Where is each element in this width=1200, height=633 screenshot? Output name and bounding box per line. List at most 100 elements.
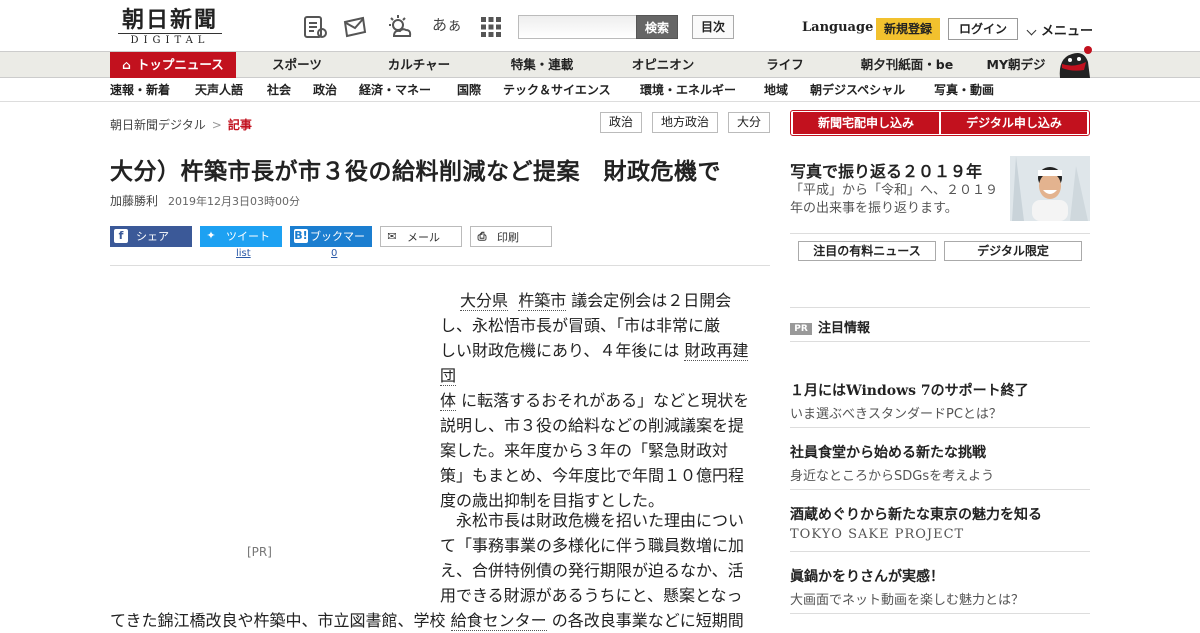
ad-pr-label: [PR] [247, 545, 272, 559]
photo-feature-title[interactable]: 写真で振り返る２０１９年 [790, 158, 982, 182]
article-byline: 加藤勝利 2019年12月3日03時00分 [110, 192, 300, 209]
link-kyushoku[interactable]: 給食センター [450, 611, 547, 631]
chevron-down-icon [1026, 25, 1037, 35]
hatena-count[interactable]: 0 [331, 248, 337, 259]
subnav-tensei[interactable]: 天声人語 [195, 78, 243, 102]
language-link[interactable]: Language [802, 20, 873, 35]
subnav-photo[interactable]: 写真・動画 [934, 78, 994, 102]
photo-feature-thumbnail[interactable] [1010, 156, 1090, 221]
subnav-special[interactable]: 朝デジスペシャル [810, 78, 905, 102]
print-button[interactable]: ⎙ 印刷 [470, 226, 552, 247]
tab-digital-only[interactable]: デジタル限定 [944, 241, 1082, 261]
sidebar-divider [790, 233, 1090, 234]
mail-share-button[interactable]: ✉ メール [380, 226, 462, 247]
mascot-icon[interactable] [1054, 44, 1094, 78]
golfer-photo [1010, 156, 1090, 221]
nav-life[interactable]: ライフ [750, 52, 820, 78]
p2-line5-a: てきた錦江橋改良や杵築中、市立図書館、学校 [110, 611, 446, 630]
link-kitsuki[interactable]: 杵築市 [518, 291, 567, 311]
subnav-region[interactable]: 地域 [764, 78, 788, 102]
breadcrumb-current: 記事 [227, 118, 252, 132]
newspaper-icon[interactable] [302, 14, 328, 40]
ad-item-1-title[interactable]: １月にはWindows 7のサポート終了 [790, 380, 1029, 400]
nav-opinion[interactable]: オピニオン [620, 52, 706, 78]
nav-sports[interactable]: スポーツ [258, 52, 336, 78]
sidebar-divider [790, 341, 1090, 342]
site-header: 朝日新聞 DIGITAL あぁ 検索 目次 Language 新規登録 ログイン… [0, 0, 1200, 52]
tag-local-politics[interactable]: 地方政治 [652, 112, 718, 133]
twitter-count[interactable]: list [236, 248, 251, 259]
mail-news-icon[interactable] [343, 14, 369, 40]
p1-line1: 議会定例会は２日開会 [571, 291, 732, 310]
paper-subscribe-button[interactable]: 新聞宅配申し込み [793, 112, 939, 134]
weather-icon[interactable] [386, 14, 412, 40]
p1-line6: 案した。来年度から３年の「緊急財政対 [440, 441, 729, 460]
article-author: 加藤勝利 [110, 194, 159, 208]
print-label: 印刷 [497, 231, 519, 244]
p2-line5-c: の各改良事業などに短期間 [551, 611, 744, 630]
site-logo[interactable]: 朝日新聞 DIGITAL [110, 8, 230, 48]
twitter-share-label: ツイート [226, 230, 270, 243]
logo-title: 朝日新聞 [121, 7, 218, 33]
print-icon: ⎙ [477, 230, 487, 243]
article-paragraph-2: 永松市長は財政危機を招いた理由につい て「事務事業の多様化に伴う職員数増に加 え… [440, 508, 752, 608]
hatena-bookmark-button[interactable]: B! ブックマーク [290, 226, 372, 264]
ad-item-4-title[interactable]: 眞鍋かをりさんが実感！ [790, 566, 944, 586]
link-oita[interactable]: 大分県 [460, 291, 509, 311]
home-icon: ⌂ [122, 58, 131, 72]
subnav-international[interactable]: 国際 [457, 78, 481, 102]
p2-line2: て「事務事業の多様化に伴う職員数増に加 [440, 536, 745, 555]
menu-button[interactable]: メニュー [1026, 20, 1093, 39]
tab-paid-news[interactable]: 注目の有料ニュース [798, 241, 936, 261]
p1-line5: 説明し、市３役の給料などの削減議案を提 [440, 416, 745, 435]
subnav-society[interactable]: 社会 [267, 78, 291, 102]
link-zaisei-saiken-cont[interactable]: 体 [440, 391, 457, 411]
register-button[interactable]: 新規登録 [876, 18, 940, 40]
twitter-icon: ✦ [206, 229, 216, 242]
ad-item-2-sub[interactable]: 身近なところからSDGsを考えよう [790, 465, 994, 484]
subnav-economy[interactable]: 経済・マネー [359, 78, 431, 102]
sidebar-divider [790, 613, 1090, 614]
facebook-share-label: シェア [136, 230, 169, 243]
breadcrumb-home[interactable]: 朝日新聞デジタル [110, 118, 206, 132]
article-paragraph-1: 大分県 杵築市 議会定例会は２日開会 し、永松悟市長が冒頭、「市は非常に厳 しい… [440, 288, 752, 513]
article-date: 2019年12月3日03時00分 [168, 195, 300, 208]
ad-item-4-sub[interactable]: 大画面でネット動画を楽しむ魅力とは？ [790, 589, 1024, 608]
search-button[interactable]: 検索 [636, 15, 678, 39]
digital-subscribe-button[interactable]: デジタル申し込み [941, 112, 1087, 134]
pr-heading-label: 注目情報 [818, 321, 871, 336]
subnav-environment[interactable]: 環境・エネルギー [640, 78, 736, 102]
logo-subtitle: DIGITAL [118, 33, 222, 47]
nav-paper[interactable]: 朝夕刊紙面・be [852, 52, 962, 78]
text-size-icon[interactable]: あぁ [432, 14, 462, 35]
grid-menu-icon[interactable] [478, 14, 504, 40]
pr-badge: PR [790, 322, 812, 335]
ad-item-3-sub[interactable]: TOKYO SAKE PROJECT [790, 527, 964, 542]
toc-button[interactable]: 目次 [692, 15, 734, 39]
photo-feature-text: 「平成」から「令和」へ、２０１９年の出来事を振り返ります。 [790, 183, 999, 216]
twitter-share-button[interactable]: ✦ ツイート [200, 226, 282, 247]
sidebar-divider [790, 307, 1090, 308]
subnav-breaking[interactable]: 速報・新着 [110, 78, 170, 102]
nav-culture[interactable]: カルチャー [375, 52, 463, 78]
tag-politics[interactable]: 政治 [600, 112, 642, 133]
nav-top-news-label: トップニュース [136, 57, 224, 72]
nav-top-news[interactable]: ⌂ トップニュース [110, 52, 236, 78]
p1-line7: 策」もまとめ、今年度比で年間１０億円程 [440, 466, 745, 485]
nav-features[interactable]: 特集・連載 [496, 52, 588, 78]
facebook-share-button[interactable]: f シェア [110, 226, 192, 247]
ad-item-3-title[interactable]: 酒蔵めぐりから新たな東京の魅力を知る [790, 504, 1042, 524]
ad-item-2-title[interactable]: 社員食堂から始める新たな挑戦 [790, 442, 986, 462]
tag-oita[interactable]: 大分 [728, 112, 770, 133]
login-button[interactable]: ログイン [948, 18, 1018, 40]
ad-item-1-sub[interactable]: いま選ぶべきスタンダードPCとは？ [790, 403, 1002, 422]
subnav-tech[interactable]: テック＆サイエンス [503, 78, 611, 102]
p1-line4: に転落するおそれがある」などと現状を [461, 391, 750, 410]
pr-heading: PR 注目情報 [790, 317, 870, 336]
search-input[interactable] [518, 15, 638, 39]
sidebar-divider [790, 427, 1090, 428]
subnav-politics[interactable]: 政治 [313, 78, 337, 102]
p2-line3: え、合併特例債の発行期限が迫るなか、活 [440, 561, 744, 580]
nav-my-asahi[interactable]: MY朝デジ [980, 52, 1052, 78]
main-nav: ⌂ トップニュース スポーツ カルチャー 特集・連載 オピニオン ライフ 朝夕刊紙… [0, 46, 1200, 78]
